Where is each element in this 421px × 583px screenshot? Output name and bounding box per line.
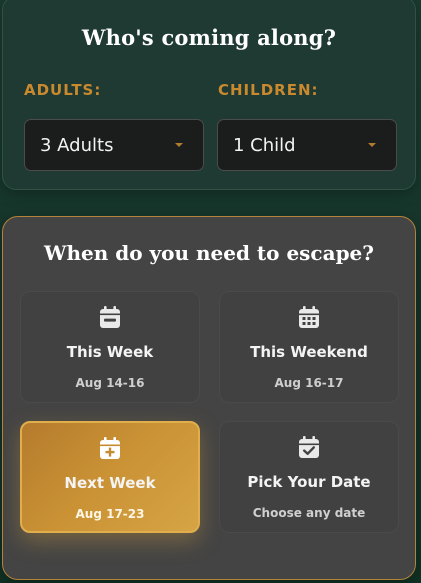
- escape-date-card: When do you need to escape? This Week Au…: [2, 216, 416, 580]
- adults-label: ADULTS:: [24, 81, 102, 99]
- chevron-down-icon: [175, 143, 183, 147]
- chevron-down-icon: [368, 143, 376, 147]
- party-size-title: Who's coming along?: [81, 25, 337, 50]
- adults-select[interactable]: 3 Adults: [24, 119, 204, 171]
- option-next-week[interactable]: Next Week Aug 17-23: [20, 421, 200, 533]
- option-title: Pick Your Date: [247, 473, 371, 491]
- escape-date-title: When do you need to escape?: [43, 241, 374, 265]
- calendar-check-icon: [299, 436, 319, 458]
- children-label: CHILDREN:: [218, 81, 319, 99]
- children-select-value: 1 Child: [233, 135, 296, 156]
- option-this-week[interactable]: This Week Aug 14-16: [20, 291, 200, 403]
- option-pick-your-date[interactable]: Pick Your Date Choose any date: [219, 421, 399, 533]
- option-this-weekend[interactable]: This Weekend Aug 16-17: [219, 291, 399, 403]
- option-title: This Weekend: [250, 343, 368, 361]
- adults-select-value: 3 Adults: [40, 135, 114, 156]
- option-subtitle: Choose any date: [252, 506, 366, 520]
- party-size-card: Who's coming along? ADULTS: CHILDREN: 3 …: [2, 0, 416, 190]
- option-subtitle: Aug 14-16: [75, 376, 145, 390]
- option-title: This Week: [66, 343, 154, 361]
- calendar-plus-icon: [100, 437, 120, 459]
- option-title: Next Week: [64, 474, 156, 492]
- children-select[interactable]: 1 Child: [217, 119, 397, 171]
- option-subtitle: Aug 17-23: [75, 507, 145, 521]
- option-subtitle: Aug 16-17: [274, 376, 344, 390]
- calendar-minus-icon: [100, 306, 120, 328]
- calendar-grid-icon: [299, 306, 319, 328]
